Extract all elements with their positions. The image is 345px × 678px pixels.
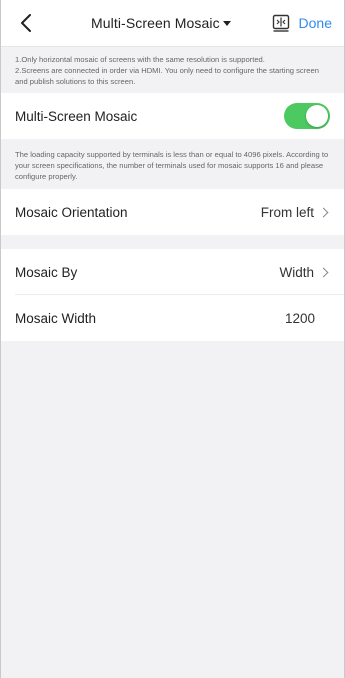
orientation-row[interactable]: Mosaic Orientation From left xyxy=(1,189,344,235)
toggle-knob xyxy=(306,105,328,127)
orientation-value: From left xyxy=(260,204,314,220)
app-screen: Multi-Screen Mosaic Done 1.Only horizont… xyxy=(0,0,345,678)
orientation-value-wrap: From left xyxy=(261,205,330,220)
info-note: 1.Only horizontal mosaic of screens with… xyxy=(1,47,344,93)
chevron-left-icon xyxy=(21,14,31,32)
mosaic-toggle-label: Multi-Screen Mosaic xyxy=(15,108,138,124)
done-button[interactable]: Done xyxy=(299,0,332,46)
screen-split-icon xyxy=(272,14,290,32)
back-button[interactable] xyxy=(15,12,37,34)
mosaic-toggle-switch[interactable] xyxy=(284,103,330,129)
mosaic-width-label: Mosaic Width xyxy=(15,310,97,326)
mosaic-by-row[interactable]: Mosaic By Width xyxy=(1,249,344,295)
capacity-note-text: The loading capacity supported by termin… xyxy=(15,150,329,181)
orientation-label: Mosaic Orientation xyxy=(15,204,128,220)
note-line-2: 2.Screens are connected in order via HDM… xyxy=(15,66,319,86)
nav-header: Multi-Screen Mosaic Done xyxy=(1,0,344,47)
note-line-1: 1.Only horizontal mosaic of screens with… xyxy=(15,55,265,64)
mosaic-by-value-wrap: Width xyxy=(279,265,330,280)
chevron-right-icon xyxy=(318,207,329,217)
mosaic-by-value: Width xyxy=(279,264,314,280)
caret-down-icon xyxy=(222,21,231,26)
mosaic-width-row[interactable]: Mosaic Width 1200 xyxy=(1,295,344,341)
screen-split-button[interactable] xyxy=(272,14,290,32)
title-dropdown[interactable]: Multi-Screen Mosaic xyxy=(91,0,231,46)
mosaic-toggle-row: Multi-Screen Mosaic xyxy=(1,93,344,139)
page-title: Multi-Screen Mosaic xyxy=(91,15,220,31)
mosaic-by-label: Mosaic By xyxy=(15,264,78,280)
mosaic-width-value[interactable]: 1200 xyxy=(285,311,315,326)
capacity-note: The loading capacity supported by termin… xyxy=(1,139,344,189)
chevron-right-icon xyxy=(318,267,329,277)
